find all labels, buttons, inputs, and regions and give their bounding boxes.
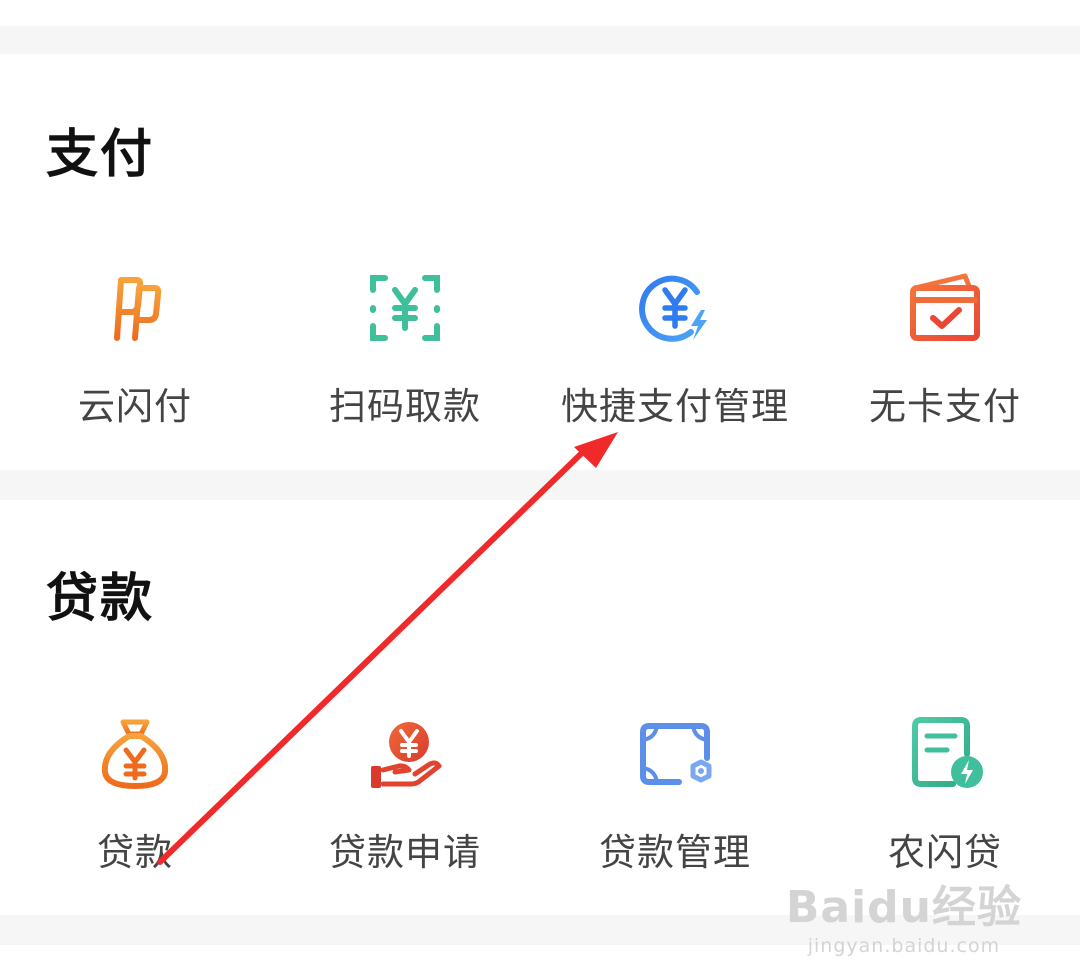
hand-coin-icon (365, 714, 445, 794)
payment-section: 支付 云闪付 扫码取款 快捷支付管理 无卡支付 (0, 54, 1080, 470)
top-divider-band (0, 26, 1080, 54)
grid-item-label: 快捷支付管理 (561, 385, 789, 428)
grid-item-yunshanfu[interactable]: 云闪付 (0, 268, 270, 458)
section-title-loan: 贷款 (46, 569, 155, 629)
grid-item-label: 农闪贷 (888, 831, 1002, 874)
grid-item-label: 贷款申请 (329, 831, 481, 874)
grid-item-loan[interactable]: 贷款 (0, 714, 270, 904)
grid-item-cardless-pay[interactable]: 无卡支付 (810, 268, 1080, 458)
document-lightning-icon (905, 714, 985, 794)
card-gear-icon (635, 714, 715, 794)
grid-item-label: 无卡支付 (869, 385, 1021, 428)
card-check-icon (905, 268, 985, 348)
grid-item-loan-management[interactable]: 贷款管理 (540, 714, 810, 904)
cloud-quickpass-icon (95, 268, 175, 348)
grid-item-label: 扫码取款 (329, 385, 481, 428)
grid-item-scan-withdraw[interactable]: 扫码取款 (270, 268, 540, 458)
grid-item-label: 云闪付 (78, 385, 192, 428)
grid-item-label: 贷款 (97, 831, 173, 874)
grid-item-nongshandai[interactable]: 农闪贷 (810, 714, 1080, 904)
money-bag-icon (95, 714, 175, 794)
grid-item-loan-application[interactable]: 贷款申请 (270, 714, 540, 904)
yuan-lightning-icon (635, 268, 715, 348)
section-title-payment: 支付 (46, 125, 155, 185)
bottom-divider-band (0, 915, 1080, 945)
loan-section: 贷款 贷款 贷款申请 贷款管理 农闪贷 (0, 500, 1080, 915)
scan-yuan-icon (365, 268, 445, 348)
middle-divider-band (0, 470, 1080, 500)
grid-item-quick-pay-management[interactable]: 快捷支付管理 (540, 268, 810, 458)
grid-item-label: 贷款管理 (599, 831, 751, 874)
